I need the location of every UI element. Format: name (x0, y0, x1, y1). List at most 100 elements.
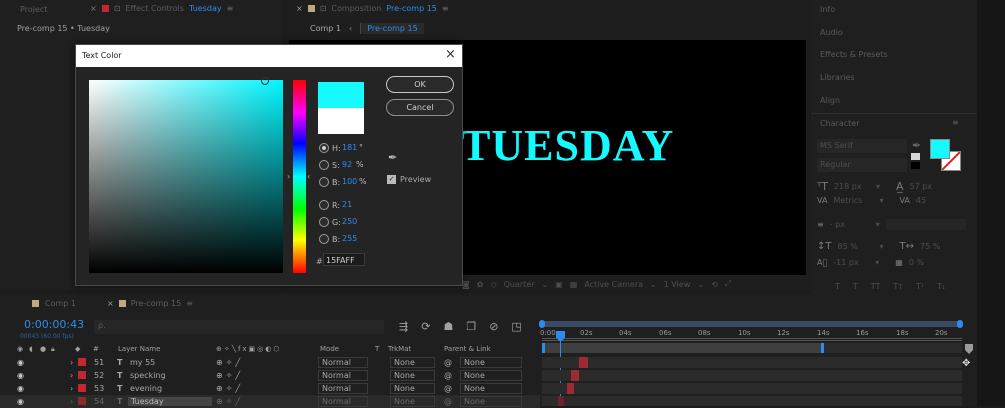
lock-icon[interactable]: ⊡ (114, 4, 121, 13)
leading-value[interactable]: 57 px (910, 182, 933, 191)
lock-icon[interactable]: ⊡ (320, 4, 327, 13)
expand-chevron-icon[interactable]: › (70, 397, 73, 406)
eye-icon[interactable]: ◉ (17, 371, 24, 380)
pick-whip-icon[interactable]: @ (444, 384, 452, 393)
layer-name-header[interactable]: Layer Name (118, 345, 160, 353)
timeline-tab-pre-comp[interactable]: × Pre-comp 15 ≡ (107, 299, 193, 308)
libraries-tab[interactable]: Libraries (820, 73, 855, 82)
close-icon[interactable]: × (296, 4, 303, 13)
fill-color-swatch[interactable] (930, 139, 950, 159)
tsume-value[interactable]: 0 % (909, 258, 924, 267)
baseline-shift-value[interactable]: -11 px (833, 258, 869, 267)
label-color-swatch[interactable] (78, 371, 86, 379)
brightness-value[interactable]: 100 (342, 177, 357, 186)
blue-value[interactable]: 255 (342, 234, 357, 243)
resolution-select[interactable]: Quarter (504, 280, 535, 289)
layer-switches[interactable]: ⊕✧╱ (216, 384, 243, 393)
current-timecode[interactable]: 0:00:00:43 (24, 318, 84, 331)
composition-tab[interactable]: × ⊡ Composition Pre-comp 15 ≡ (296, 4, 449, 13)
camera-select[interactable]: Active Camera (584, 280, 643, 289)
info-panel-tab[interactable]: Info (820, 5, 835, 14)
faux-italic-button[interactable]: T (853, 282, 858, 291)
hue-value[interactable]: 181 (342, 143, 357, 152)
label-color-swatch[interactable] (78, 358, 86, 366)
panel-menu-icon[interactable]: ≡ (186, 299, 193, 308)
font-size-value[interactable]: 218 px (834, 182, 870, 191)
composition-flowchart-icon[interactable]: ⇶ (399, 320, 408, 333)
solo-column-icon[interactable]: ● (40, 345, 46, 353)
expand-icon[interactable]: ⤢ (725, 279, 731, 289)
panel-menu-icon[interactable]: ≡ (227, 4, 234, 13)
ok-button[interactable]: OK (386, 76, 454, 93)
timeline-tab-comp-1[interactable]: Comp 1 (32, 299, 76, 308)
region-icon[interactable]: ▣ (555, 280, 563, 289)
white-swatch[interactable] (911, 153, 920, 160)
layer-name[interactable]: Tuesday (128, 397, 212, 406)
graph-editor-icon[interactable]: ◳ (511, 320, 521, 333)
close-icon[interactable]: × (107, 299, 114, 308)
color-picker-crosshair[interactable] (261, 77, 269, 85)
effect-controls-tab[interactable]: × ⊡ Effect Controls Tuesday ≡ (90, 4, 233, 13)
small-caps-button[interactable]: Tт (893, 282, 903, 291)
expand-chevron-icon[interactable]: › (70, 371, 73, 380)
vertical-scale-value[interactable]: 85 % (838, 242, 874, 251)
work-area-bar[interactable] (542, 321, 961, 327)
work-area-end-handle[interactable] (957, 320, 963, 328)
project-tab[interactable]: Project (20, 5, 47, 14)
trkmat-select[interactable]: None (390, 396, 435, 407)
pick-whip-icon[interactable]: @ (444, 371, 452, 380)
eye-icon[interactable]: ◉ (17, 397, 24, 406)
layer-switches[interactable]: ⊕✧╱ (216, 358, 243, 367)
motion-blur-icon[interactable]: ⊘ (489, 320, 498, 333)
red-value[interactable]: 21 (342, 200, 352, 209)
preview-checkbox[interactable]: ✓ (387, 175, 396, 184)
layer-row[interactable]: ◉ › 52 T specking ⊕✧╱ Normal None @ None (0, 369, 540, 382)
shy-layers-icon[interactable]: ☗ (443, 320, 453, 333)
faux-bold-button[interactable]: T (835, 282, 840, 291)
font-family-select[interactable]: MS Serif (817, 139, 907, 153)
eye-icon[interactable]: ◉ (17, 358, 24, 367)
horizontal-scale-value[interactable]: 75 % (920, 242, 940, 251)
mode-select[interactable]: Normal (318, 396, 368, 407)
layer-name[interactable]: specking (130, 371, 166, 380)
parent-select[interactable]: None (460, 357, 522, 368)
blue-radio[interactable] (319, 234, 329, 244)
superscript-button[interactable]: T¹ (916, 282, 924, 291)
hue-slider[interactable] (293, 80, 306, 273)
layer-bar-start[interactable] (567, 383, 574, 394)
original-color-swatch[interactable] (318, 108, 364, 134)
black-swatch[interactable] (911, 162, 920, 169)
layer-row[interactable]: ◉ › 51 T my 55 ⊕✧╱ Normal None @ None (0, 356, 540, 369)
layer-bar-start[interactable] (579, 357, 588, 368)
work-area-start-handle[interactable] (539, 320, 545, 328)
subscript-button[interactable]: T₁ (937, 282, 945, 291)
parent-select[interactable]: None (460, 396, 522, 407)
font-style-select[interactable]: Regular (817, 158, 907, 172)
layer-row-selected[interactable]: ◉ › 54 T Tuesday ⊕✧╱ Normal None @ None (0, 395, 540, 408)
close-icon[interactable]: × (90, 4, 97, 13)
brightness-radio[interactable] (319, 177, 329, 187)
close-icon[interactable]: × (445, 47, 456, 62)
pick-whip-icon[interactable]: @ (444, 397, 452, 406)
layer-switches[interactable]: ⊕✧╱ (216, 371, 243, 380)
layer-name[interactable]: evening (130, 384, 162, 393)
label-color-swatch[interactable] (78, 397, 86, 405)
expand-chevron-icon[interactable]: › (70, 384, 73, 393)
layer-bar-start[interactable] (558, 396, 564, 406)
parent-select[interactable]: None (460, 383, 522, 394)
layer-name[interactable]: my 55 (130, 358, 155, 367)
label-color-swatch[interactable] (78, 384, 86, 392)
layer-bar[interactable] (542, 396, 962, 406)
saturation-value[interactable]: 92 (342, 160, 352, 169)
label-column-icon[interactable]: ◆ (75, 345, 80, 353)
eye-icon[interactable]: ◉ (17, 384, 24, 393)
mode-select[interactable]: Normal (318, 357, 368, 368)
lock-column-icon[interactable]: 🔒︎ (51, 345, 55, 354)
mode-select[interactable]: Normal (318, 383, 368, 394)
audio-column-icon[interactable]: ◖ (29, 345, 33, 353)
crumb-pre-comp[interactable]: Pre-comp 15 (360, 23, 424, 34)
timeline-search-input[interactable]: ρ. (94, 320, 384, 334)
panel-menu-icon[interactable]: ≡ (952, 118, 959, 127)
layer-bar[interactable] (542, 370, 962, 381)
eye-column-icon[interactable]: ◉ (17, 345, 23, 353)
